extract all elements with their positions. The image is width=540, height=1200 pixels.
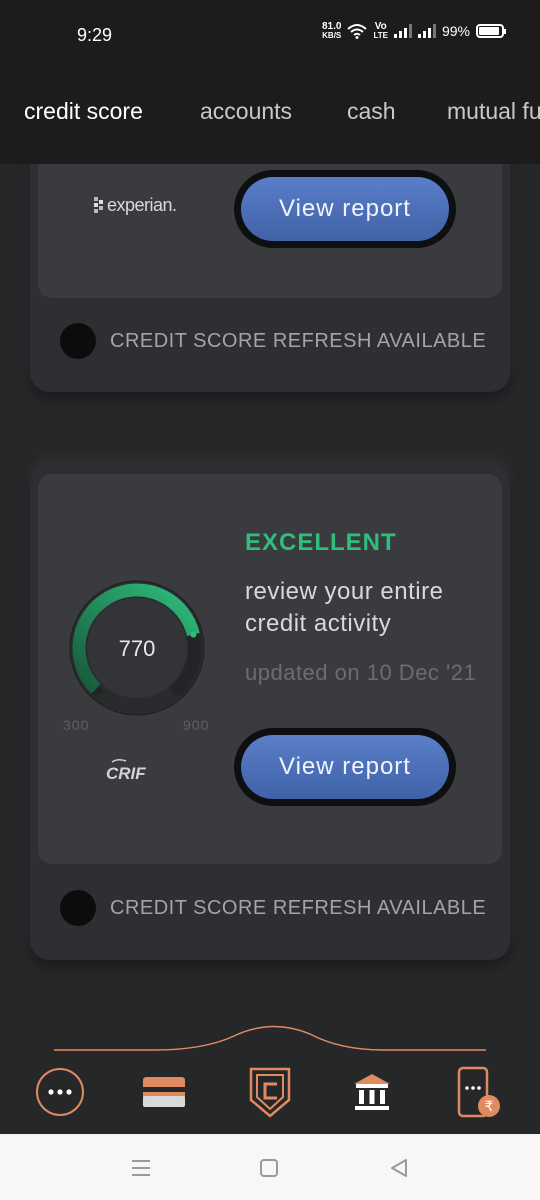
- crif-panel: EXCELLENT review your entire credit acti…: [38, 474, 502, 864]
- svg-text:CRIF: CRIF: [106, 764, 146, 783]
- score-range-max: 900: [183, 717, 210, 733]
- back-triangle-icon[interactable]: [388, 1157, 410, 1179]
- crif-refresh-row[interactable]: CREDIT SCORE REFRESH AVAILABLE: [60, 890, 486, 926]
- battery-icon: [476, 24, 506, 38]
- credit-score-value: 770: [118, 636, 156, 661]
- bottom-navigation: ₹: [0, 1010, 540, 1134]
- experian-view-report-button[interactable]: View report: [234, 170, 456, 248]
- more-dots-icon[interactable]: [36, 1068, 84, 1116]
- status-time: 9:29: [77, 25, 113, 45]
- status-icons: 81.0 KB/S Vo LTE 99%: [321, 21, 506, 41]
- experian-card: experian. View report CREDIT SCORE REFRE…: [30, 164, 510, 392]
- category-tabs: credit score accounts cash mutual funds: [0, 56, 540, 164]
- tab-accounts[interactable]: accounts: [200, 98, 292, 125]
- status-bar: 9:29 81.0 KB/S Vo LTE 99%: [0, 0, 540, 56]
- tab-cash[interactable]: cash: [347, 98, 396, 125]
- home-square-icon[interactable]: [259, 1158, 279, 1178]
- refresh-indicator-icon: [60, 323, 96, 359]
- crif-card: EXCELLENT review your entire credit acti…: [30, 464, 510, 960]
- wifi-icon: [347, 24, 368, 39]
- updated-date: updated on 10 Dec '21: [245, 660, 477, 685]
- tab-mutual-funds[interactable]: mutual funds: [447, 98, 540, 125]
- menu-lines-icon[interactable]: [130, 1158, 152, 1178]
- credit-rating: EXCELLENT: [245, 529, 397, 556]
- credit-card-icon[interactable]: [142, 1074, 186, 1110]
- crif-view-report-button[interactable]: View report: [234, 728, 456, 806]
- signal-icon-sim1: [393, 24, 412, 38]
- crif-logo-icon: CRIF: [106, 758, 146, 783]
- system-navigation: [0, 1134, 540, 1200]
- credit-description: review your entire credit activity: [245, 578, 444, 637]
- refresh-indicator-icon: [60, 890, 96, 926]
- crif-logo: CRIF: [104, 757, 174, 788]
- nav-curve: [54, 1025, 486, 1051]
- phone-rupee-icon[interactable]: ₹: [454, 1066, 504, 1120]
- experian-panel: experian. View report: [38, 164, 502, 298]
- experian-logo: experian.: [94, 195, 177, 216]
- bank-icon[interactable]: [350, 1070, 394, 1114]
- svg-text:₹: ₹: [485, 1099, 494, 1115]
- experian-dots-icon: [94, 196, 103, 213]
- volte-indicator: Vo LTE: [373, 21, 388, 41]
- battery-percent: 99%: [441, 23, 470, 39]
- experian-refresh-row[interactable]: CREDIT SCORE REFRESH AVAILABLE: [60, 323, 486, 359]
- score-range-min: 300: [63, 717, 90, 733]
- tab-credit-score[interactable]: credit score: [24, 98, 143, 125]
- credit-score-shield-icon[interactable]: [246, 1064, 294, 1120]
- network-speed: 81.0 KB/S: [321, 21, 342, 41]
- signal-icon-sim2: [417, 24, 436, 38]
- credit-score-content[interactable]: experian. View report CREDIT SCORE REFRE…: [0, 164, 540, 1050]
